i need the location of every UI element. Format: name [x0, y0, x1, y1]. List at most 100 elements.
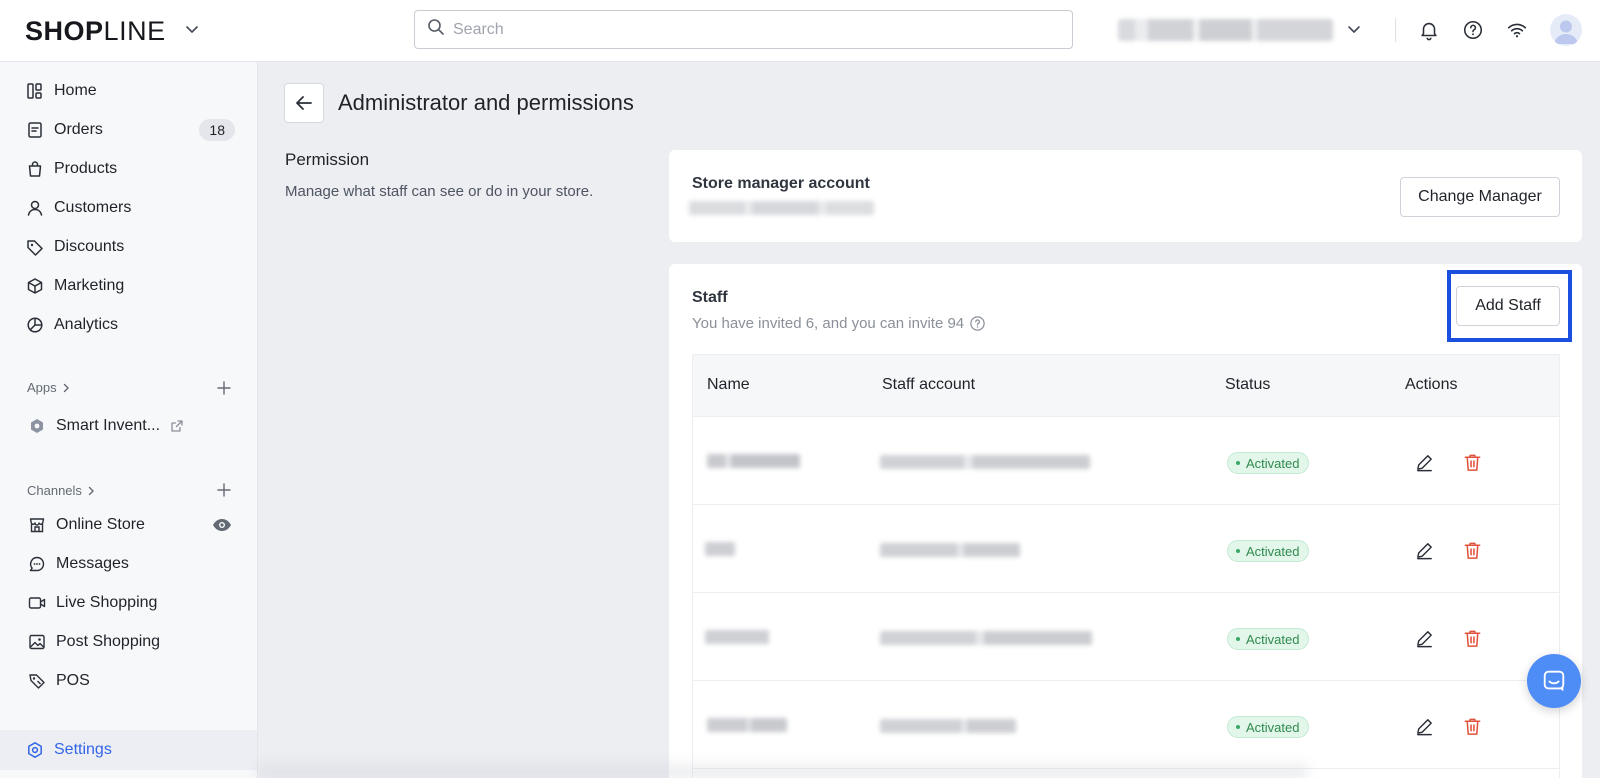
bottom-scroll-shadow	[258, 758, 1308, 778]
store-name-blurred[interactable]	[1118, 19, 1333, 41]
delete-trash-icon[interactable]	[1460, 714, 1484, 738]
status-text: Activated	[1246, 719, 1300, 735]
video-icon	[27, 593, 47, 613]
chevron-down-icon[interactable]	[183, 20, 201, 38]
staff-name-blurred	[707, 454, 800, 468]
channels-label: Channels	[27, 483, 82, 498]
hexagon-icon	[27, 416, 47, 436]
sidebar-item-label: Products	[54, 160, 118, 177]
page-title: Administrator and permissions	[338, 90, 634, 115]
chevron-right-icon	[63, 383, 69, 392]
help-circle-icon[interactable]	[969, 315, 986, 332]
sidebar-item-online-store[interactable]: Online Store	[0, 505, 257, 545]
user-icon	[25, 198, 45, 218]
dashboard-icon	[25, 81, 45, 101]
sidebar-item-analytics[interactable]: Analytics	[0, 305, 257, 345]
staff-account-blurred	[880, 631, 1092, 645]
shopline-logo[interactable]: SH O P LINE	[25, 16, 166, 47]
arrow-left-icon	[296, 96, 312, 110]
logo-text-sh: SH	[25, 16, 64, 46]
sidebar-item-live-shopping[interactable]: Live Shopping	[0, 583, 257, 623]
chat-support-button[interactable]	[1527, 654, 1581, 708]
column-header-name: Name	[707, 376, 750, 393]
sidebar-item-label: Settings	[54, 741, 112, 758]
sidebar-item-home[interactable]: Home	[0, 71, 257, 111]
staff-table: Name Staff account Status Actions Activa…	[692, 354, 1560, 778]
store-icon	[27, 515, 47, 535]
edit-pencil-icon[interactable]	[1412, 450, 1436, 474]
sidebar-item-customers[interactable]: Customers	[0, 188, 257, 228]
sidebar-item-label: Smart Invent...	[56, 417, 161, 434]
permission-section-title: Permission	[285, 150, 370, 169]
external-link-icon[interactable]	[170, 419, 184, 433]
help-icon[interactable]	[1461, 18, 1485, 42]
sidebar-item-label: Discounts	[54, 238, 125, 255]
sidebar-item-label: Messages	[56, 555, 129, 572]
sidebar-item-orders[interactable]: Orders 18	[0, 110, 257, 150]
chat-icon	[27, 554, 47, 574]
table-row[interactable]: Activated	[693, 417, 1559, 505]
status-dot	[1236, 549, 1240, 553]
search-bar[interactable]	[414, 10, 1073, 49]
table-row[interactable]: Activated	[693, 505, 1559, 593]
chevron-right-icon	[88, 486, 94, 495]
table-header: Name Staff account Status Actions	[693, 355, 1559, 417]
edit-pencil-icon[interactable]	[1412, 538, 1436, 562]
apps-label: Apps	[27, 380, 57, 395]
avatar[interactable]	[1550, 14, 1582, 46]
staff-account-blurred	[880, 543, 1020, 557]
sidebar-item-settings[interactable]: Settings	[0, 730, 257, 770]
edit-pencil-icon[interactable]	[1412, 626, 1436, 650]
sidebar-item-smart-inventory[interactable]: Smart Invent...	[0, 406, 257, 446]
sidebar-item-messages[interactable]: Messages	[0, 544, 257, 584]
search-input[interactable]	[453, 20, 1053, 39]
sidebar-item-pos[interactable]: POS	[0, 661, 257, 701]
sidebar-item-label: Post Shopping	[56, 633, 161, 650]
apps-section-label[interactable]: Apps	[27, 380, 72, 395]
search-icon	[427, 18, 445, 41]
logo-text-p: P	[85, 16, 104, 46]
status-dot	[1236, 637, 1240, 641]
sidebar-item-label: Analytics	[54, 316, 119, 333]
settings-gear-icon	[25, 740, 45, 760]
delete-trash-icon[interactable]	[1460, 538, 1484, 562]
staff-name-blurred	[705, 542, 735, 556]
channels-section-label[interactable]: Channels	[27, 483, 97, 498]
staff-invite-text: You have invited 6, and you can invite 9…	[692, 315, 965, 332]
status-badge: Activated	[1227, 540, 1310, 562]
status-badge: Activated	[1227, 716, 1310, 738]
status-text: Activated	[1246, 543, 1300, 559]
staff-card: Staff You have invited 6, and you can in…	[669, 264, 1582, 778]
pie-chart-icon	[25, 315, 45, 335]
add-channel-plus-icon[interactable]	[216, 482, 232, 498]
store-chevron-down-icon[interactable]	[1345, 20, 1363, 38]
wifi-icon[interactable]	[1505, 18, 1529, 42]
bag-icon	[25, 159, 45, 179]
sidebar: Home Orders 18 Products Customers Discou…	[0, 62, 258, 778]
sidebar-item-discounts[interactable]: Discounts	[0, 227, 257, 267]
sidebar-item-marketing[interactable]: Marketing	[0, 266, 257, 306]
staff-name-blurred	[707, 718, 787, 732]
tag-icon	[25, 237, 45, 257]
sidebar-item-label: Orders	[54, 121, 103, 138]
delete-trash-icon[interactable]	[1460, 626, 1484, 650]
sidebar-item-label: Online Store	[56, 516, 145, 533]
sidebar-item-label: Home	[54, 82, 97, 99]
edit-pencil-icon[interactable]	[1412, 714, 1436, 738]
table-row[interactable]: Activated	[693, 593, 1559, 681]
header-divider	[1395, 18, 1396, 42]
sidebar-item-products[interactable]: Products	[0, 149, 257, 189]
pos-tag-icon	[27, 671, 47, 691]
eye-icon[interactable]	[212, 518, 232, 532]
delete-trash-icon[interactable]	[1460, 450, 1484, 474]
manager-email-blurred	[689, 201, 874, 215]
bell-icon[interactable]	[1417, 18, 1441, 42]
change-manager-button[interactable]: Change Manager	[1400, 177, 1560, 217]
status-badge: Activated	[1227, 452, 1310, 474]
back-button[interactable]	[284, 83, 324, 123]
sidebar-item-label: Marketing	[54, 277, 125, 294]
add-app-plus-icon[interactable]	[216, 380, 232, 396]
staff-name-blurred	[705, 630, 769, 644]
sidebar-item-post-shopping[interactable]: Post Shopping	[0, 622, 257, 662]
table-row[interactable]: Activated	[693, 681, 1559, 769]
